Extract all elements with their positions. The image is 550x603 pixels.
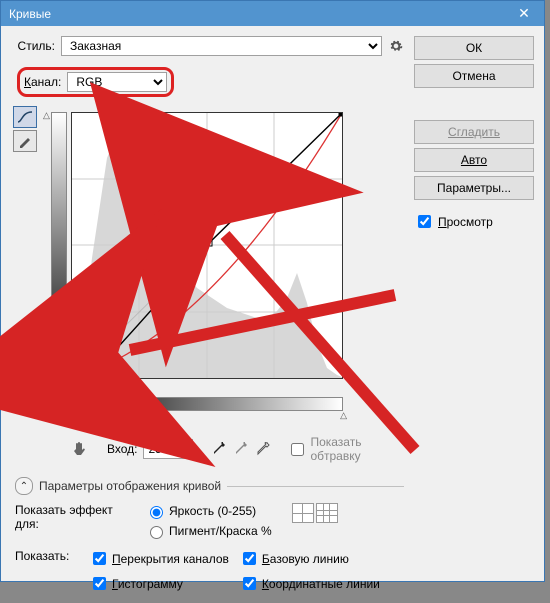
curve-area: △ ▼ — [71, 112, 361, 397]
targeted-adjust[interactable] — [71, 440, 87, 458]
hand-icon — [71, 441, 87, 457]
input-label: Вход: — [93, 442, 137, 456]
curve-draw-mode[interactable] — [13, 106, 37, 128]
auto-button[interactable]: Авто — [414, 148, 534, 172]
check-histogram[interactable]: Гистограмму — [89, 574, 229, 593]
input-gradient — [71, 397, 343, 411]
style-select[interactable]: Заказная — [61, 36, 382, 56]
grid-fine[interactable] — [316, 503, 338, 523]
smooth-button[interactable]: Сгладить — [414, 120, 534, 144]
gear-icon — [389, 39, 403, 53]
preview-checkbox[interactable]: Просмотр — [414, 212, 534, 231]
grid-coarse[interactable] — [292, 503, 314, 523]
cancel-button[interactable]: Отмена — [414, 64, 534, 88]
channel-select[interactable]: RGB — [67, 72, 167, 92]
curve-canvas[interactable] — [71, 112, 343, 379]
dropper-gray-icon — [234, 442, 248, 456]
dropper-white-icon — [256, 442, 270, 456]
effect-for-label: Показать эффект для: — [15, 503, 135, 531]
show-clipping[interactable]: Показать обтравку — [287, 435, 404, 463]
ok-button[interactable]: ОК — [414, 36, 534, 60]
options-button[interactable]: Параметры... — [414, 176, 534, 200]
input-value[interactable] — [143, 439, 193, 459]
style-options-menu[interactable] — [388, 38, 404, 54]
check-baseline[interactable]: Базовую линию — [239, 549, 380, 568]
check-intersection[interactable]: Координатные линии — [239, 574, 380, 593]
window-title: Кривые — [9, 7, 51, 21]
style-label: Стиль: — [11, 39, 55, 53]
curves-dialog: Кривые ✕ Стиль: Заказная Канал: RGB — [0, 0, 545, 582]
check-overlay[interactable]: Перекрытия каналов — [89, 549, 229, 568]
expand-icon: ⌃ — [20, 481, 28, 492]
display-options-title: Параметры отображения кривой — [39, 479, 221, 493]
output-label: Выход: — [11, 348, 61, 362]
close-button[interactable]: ✕ — [504, 1, 544, 26]
toggle-display-options[interactable]: ⌃ — [15, 477, 33, 495]
titlebar: Кривые ✕ — [1, 1, 544, 26]
dropper-black-icon — [212, 442, 226, 456]
channel-label: Канал: — [24, 75, 61, 89]
output-value[interactable] — [11, 364, 61, 384]
white-point-dropper[interactable] — [253, 439, 273, 459]
channel-highlight: Канал: RGB — [17, 67, 174, 97]
show-label: Показать: — [15, 549, 79, 563]
black-point-dropper[interactable] — [209, 439, 229, 459]
output-gradient — [51, 112, 67, 379]
pencil-mode-icon — [18, 134, 32, 148]
gray-point-dropper[interactable] — [231, 439, 251, 459]
curve-mode-icon — [17, 110, 33, 124]
radio-light[interactable]: Яркость (0-255) — [145, 503, 272, 519]
pencil-draw-mode[interactable] — [13, 130, 37, 152]
close-icon: ✕ — [518, 5, 530, 22]
radio-pigment[interactable]: Пигмент/Краска % — [145, 523, 272, 539]
